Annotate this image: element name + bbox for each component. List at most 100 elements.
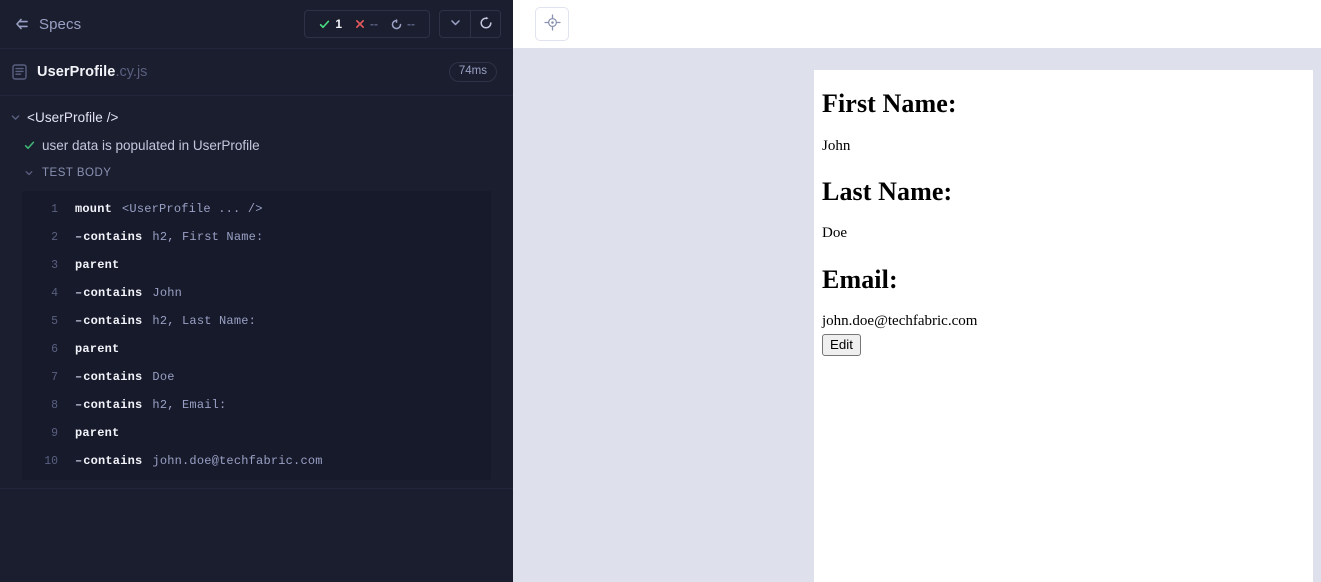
back-to-specs-link[interactable]: Specs — [14, 16, 81, 33]
command-number: 8 — [51, 398, 58, 412]
spec-duration-badge: 74ms — [448, 62, 497, 82]
command-row[interactable]: 4 – contains John — [22, 279, 491, 307]
cypress-component-runner: Specs 1 -- -- UserProfile .cy.js 74ms <U… — [0, 0, 1321, 582]
reporter-empty-area — [0, 488, 513, 582]
command-row[interactable]: 3 parent — [22, 251, 491, 279]
pending-circle-icon — [391, 18, 402, 30]
child-command-dash: – — [75, 314, 83, 328]
command-number: 6 — [51, 342, 58, 356]
command-body: parent — [75, 342, 129, 356]
arrow-left-lines-icon — [14, 16, 30, 32]
stat-passed-value: 1 — [335, 17, 342, 31]
chevron-down-icon — [449, 16, 462, 32]
command-name: contains — [83, 286, 143, 300]
command-body: parent — [75, 426, 129, 440]
reporter-panel: Specs 1 -- -- UserProfile .cy.js 74ms <U… — [0, 0, 513, 582]
edit-button[interactable]: Edit — [822, 333, 861, 356]
test-title: user data is populated in UserProfile — [42, 137, 260, 153]
command-name: parent — [75, 426, 120, 440]
email-value: john.doe@techfabric.com — [822, 313, 978, 330]
first-name-value: John — [822, 137, 851, 154]
command-name: contains — [83, 454, 143, 468]
x-icon — [355, 19, 365, 29]
command-number: 9 — [51, 426, 58, 440]
child-command-dash: – — [75, 230, 83, 244]
command-name: contains — [83, 370, 143, 384]
first-name-heading: First Name: — [822, 89, 957, 118]
command-name: contains — [83, 230, 143, 244]
test-body-section-row[interactable]: TEST BODY — [0, 159, 513, 187]
user-profile-component: First Name: John Last Name: Doe Email: j… — [814, 70, 1313, 364]
command-number: 2 — [51, 230, 58, 244]
command-body: – contains h2, First Name: — [75, 230, 263, 244]
command-number: 5 — [51, 314, 58, 328]
stat-failed-value: -- — [370, 17, 378, 31]
test-row[interactable]: user data is populated in UserProfile — [0, 131, 513, 159]
command-args: h2, Last Name: — [152, 314, 257, 328]
command-body: – contains h2, Last Name: — [75, 314, 256, 328]
reporter-header: Specs 1 -- -- — [0, 0, 513, 48]
check-icon — [319, 19, 330, 30]
app-under-test-viewport: First Name: John Last Name: Doe Email: j… — [513, 48, 1321, 582]
command-args: <UserProfile ... /> — [122, 202, 263, 216]
chevron-down-icon[interactable] — [8, 112, 22, 123]
stat-failed: -- — [350, 18, 383, 30]
command-row[interactable]: 9 parent — [22, 419, 491, 447]
command-row[interactable]: 2 – contains h2, First Name: — [22, 223, 491, 251]
test-tree: <UserProfile /> user data is populated i… — [0, 96, 513, 187]
spec-file-row[interactable]: UserProfile .cy.js 74ms — [0, 48, 513, 96]
stat-pending: -- — [386, 18, 420, 30]
command-name: parent — [75, 258, 120, 272]
command-number: 10 — [44, 454, 58, 468]
command-args: h2, Email: — [152, 398, 227, 412]
command-args: Doe — [152, 370, 175, 384]
check-icon — [22, 140, 36, 151]
reporter-button-group — [439, 10, 501, 38]
command-args: John — [152, 286, 183, 300]
runner-panel: First Name: John Last Name: Doe Email: j… — [513, 0, 1321, 582]
command-row[interactable]: 10 – contains john.doe@techfabric.com — [22, 447, 491, 475]
command-body: – contains john.doe@techfabric.com — [75, 454, 323, 468]
chevron-down-icon[interactable] — [22, 168, 36, 178]
test-body-label: TEST BODY — [42, 167, 112, 179]
command-name: parent — [75, 342, 120, 356]
command-log: 1 mount <UserProfile ... /> 2 – contains… — [22, 191, 491, 480]
spec-file-name: UserProfile — [37, 64, 116, 80]
test-stats-group: 1 -- -- — [304, 10, 430, 38]
child-command-dash: – — [75, 370, 83, 384]
command-number: 7 — [51, 370, 58, 384]
child-command-dash: – — [75, 398, 83, 412]
email-heading: Email: — [822, 264, 898, 294]
command-body: – contains Doe — [75, 370, 175, 384]
app-under-test-frame: First Name: John Last Name: Doe Email: j… — [814, 70, 1313, 582]
command-body: parent — [75, 258, 129, 272]
suite-row[interactable]: <UserProfile /> — [0, 103, 513, 131]
command-row[interactable]: 1 mount <UserProfile ... /> — [22, 195, 491, 223]
reporter-header-controls: 1 -- -- — [304, 10, 501, 38]
command-row[interactable]: 5 – contains h2, Last Name: — [22, 307, 491, 335]
command-name: contains — [83, 398, 143, 412]
command-body: – contains h2, Email: — [75, 398, 226, 412]
suite-title: <UserProfile /> — [27, 109, 119, 125]
command-number: 3 — [51, 258, 58, 272]
spec-file-extension: .cy.js — [115, 64, 148, 80]
command-row[interactable]: 7 – contains Doe — [22, 363, 491, 391]
command-args: h2, First Name: — [152, 230, 264, 244]
command-body: – contains John — [75, 286, 182, 300]
command-row[interactable]: 8 – contains h2, Email: — [22, 391, 491, 419]
specs-label: Specs — [39, 15, 82, 33]
spec-file-icon — [12, 64, 27, 80]
chevron-down-button[interactable] — [440, 11, 470, 37]
viewport-right-gutter — [1313, 96, 1321, 582]
command-args: john.doe@techfabric.com — [152, 454, 323, 468]
command-number: 4 — [51, 286, 58, 300]
restart-button[interactable] — [470, 11, 500, 37]
stat-pending-value: -- — [407, 17, 415, 31]
restart-icon — [479, 16, 493, 33]
last-name-heading: Last Name: — [822, 176, 953, 206]
command-number: 1 — [51, 202, 58, 216]
command-row[interactable]: 6 parent — [22, 335, 491, 363]
selector-playground-button[interactable] — [535, 7, 569, 41]
child-command-dash: – — [75, 454, 83, 468]
selector-playground-crosshair-icon — [543, 14, 561, 34]
